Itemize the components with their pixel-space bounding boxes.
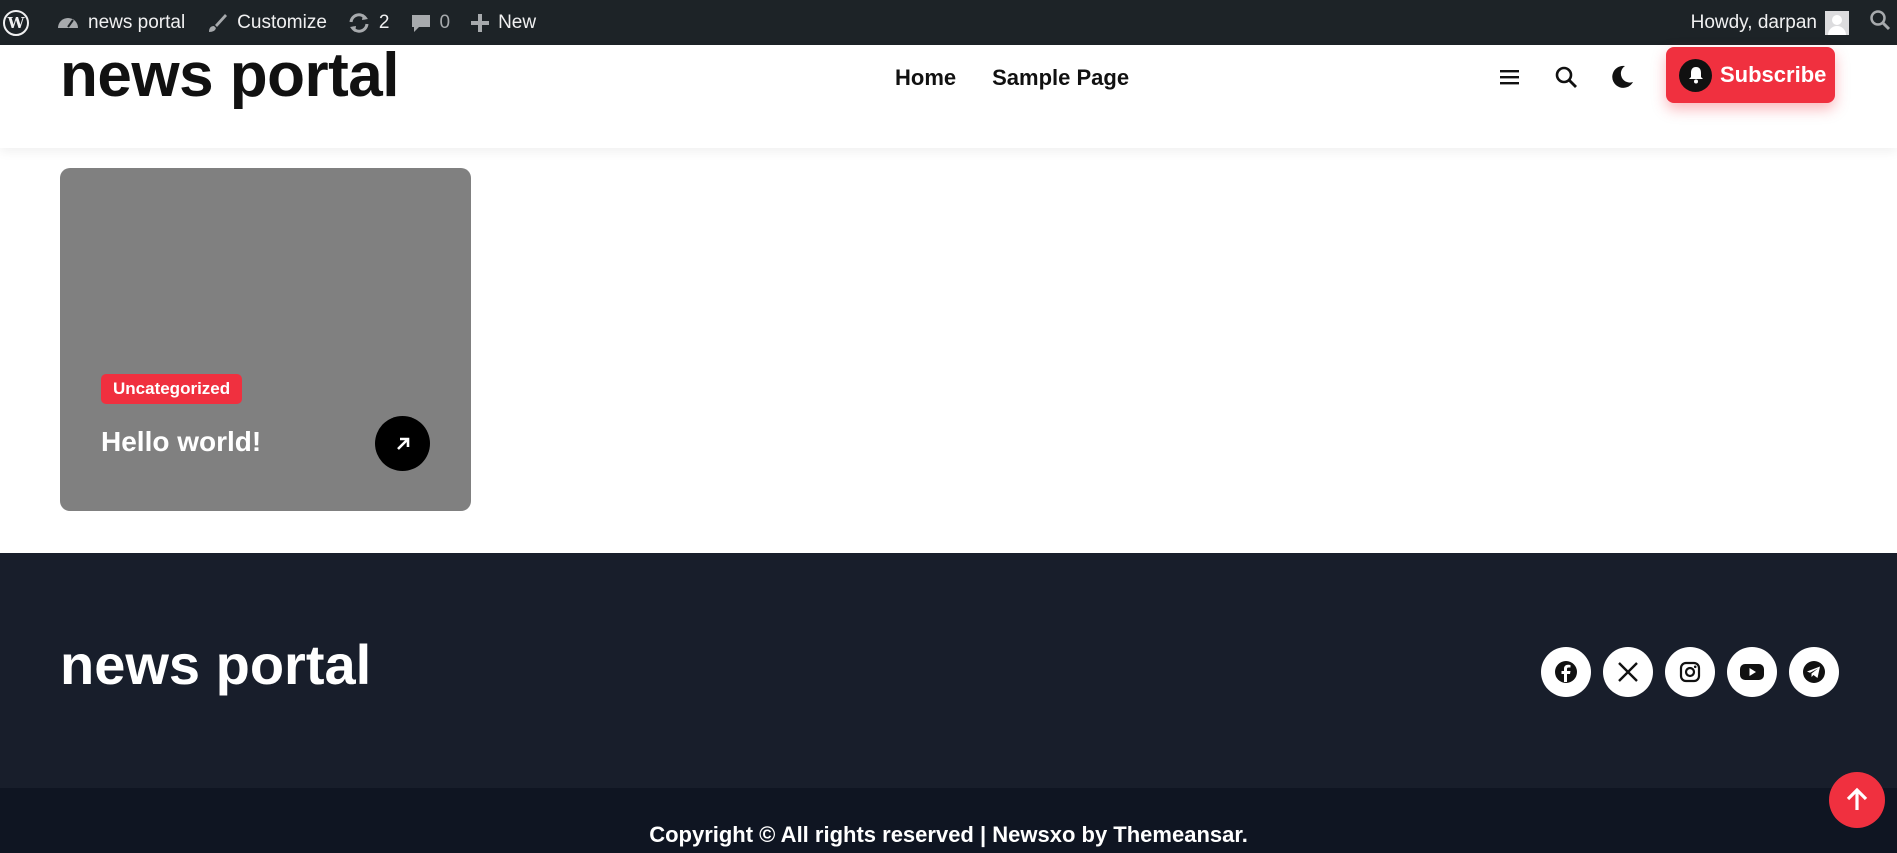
my-account-link[interactable]: Howdy, darpan: [1681, 0, 1859, 45]
brush-icon: [205, 11, 229, 35]
dashboard-icon: [56, 11, 80, 35]
site-header: news portal Home Sample Page Subscribe: [0, 45, 1897, 148]
site-name-link[interactable]: news portal: [46, 0, 195, 45]
comments-link[interactable]: 0: [400, 0, 461, 45]
howdy-label: Howdy, darpan: [1690, 11, 1817, 33]
search-icon[interactable]: [1552, 63, 1580, 91]
comments-count: 0: [439, 11, 451, 33]
admin-bar: W news portal Customize 2 0 New Howdy, d…: [0, 0, 1897, 45]
plus-icon: [470, 13, 490, 33]
comment-icon: [410, 12, 432, 34]
subscribe-label: Subscribe: [1720, 62, 1827, 87]
avatar: [1825, 10, 1849, 35]
admin-search-button[interactable]: [1859, 0, 1897, 45]
wordpress-logo-button[interactable]: W: [0, 0, 46, 45]
category-badge[interactable]: Uncategorized: [101, 374, 243, 404]
updates-link[interactable]: 2: [337, 0, 400, 45]
new-content-link[interactable]: New: [460, 0, 546, 45]
new-label: New: [498, 11, 537, 33]
x-link[interactable]: [1603, 647, 1653, 697]
post-card[interactable]: Uncategorized Hello world!: [60, 168, 471, 511]
nav-item-home[interactable]: Home: [895, 65, 956, 91]
dark-mode-icon[interactable]: [1608, 63, 1636, 91]
instagram-icon: [1679, 661, 1701, 683]
arrow-up-icon: [1846, 787, 1868, 810]
telegram-icon: [1803, 661, 1825, 683]
customize-link[interactable]: Customize: [195, 0, 337, 45]
youtube-icon: [1740, 664, 1764, 680]
instagram-link[interactable]: [1665, 647, 1715, 697]
facebook-icon: [1555, 661, 1577, 683]
main-nav: Home Sample Page: [895, 65, 1129, 91]
customize-label: Customize: [237, 11, 327, 33]
post-title[interactable]: Hello world!: [101, 426, 261, 458]
arrow-up-right-icon: [396, 437, 409, 450]
header-actions: [1496, 63, 1636, 91]
search-icon: [1869, 9, 1891, 37]
site-title[interactable]: news portal: [60, 45, 400, 107]
updates-count: 2: [378, 11, 390, 33]
subscribe-button[interactable]: Subscribe: [1666, 47, 1835, 103]
read-more-button[interactable]: [375, 416, 430, 471]
menu-icon[interactable]: [1496, 63, 1524, 91]
svg-text:W: W: [7, 14, 26, 32]
social-links: [1541, 647, 1839, 697]
site-footer: news portal: [0, 553, 1897, 788]
footer-bottom-bar: Copyright © All rights reserved | Newsxo…: [0, 788, 1897, 853]
facebook-link[interactable]: [1541, 647, 1591, 697]
youtube-link[interactable]: [1727, 647, 1777, 697]
scroll-to-top-button[interactable]: [1829, 772, 1885, 828]
nav-item-sample-page[interactable]: Sample Page: [992, 65, 1129, 91]
copyright-text: Copyright © All rights reserved | Newsxo…: [649, 822, 1248, 847]
x-icon: [1618, 662, 1638, 682]
wordpress-icon: W: [2, 9, 30, 37]
updates-icon: [347, 11, 371, 35]
telegram-link[interactable]: [1789, 647, 1839, 697]
bell-icon: [1679, 58, 1712, 92]
site-name-label: news portal: [88, 11, 186, 33]
footer-site-title[interactable]: news portal: [60, 637, 371, 693]
